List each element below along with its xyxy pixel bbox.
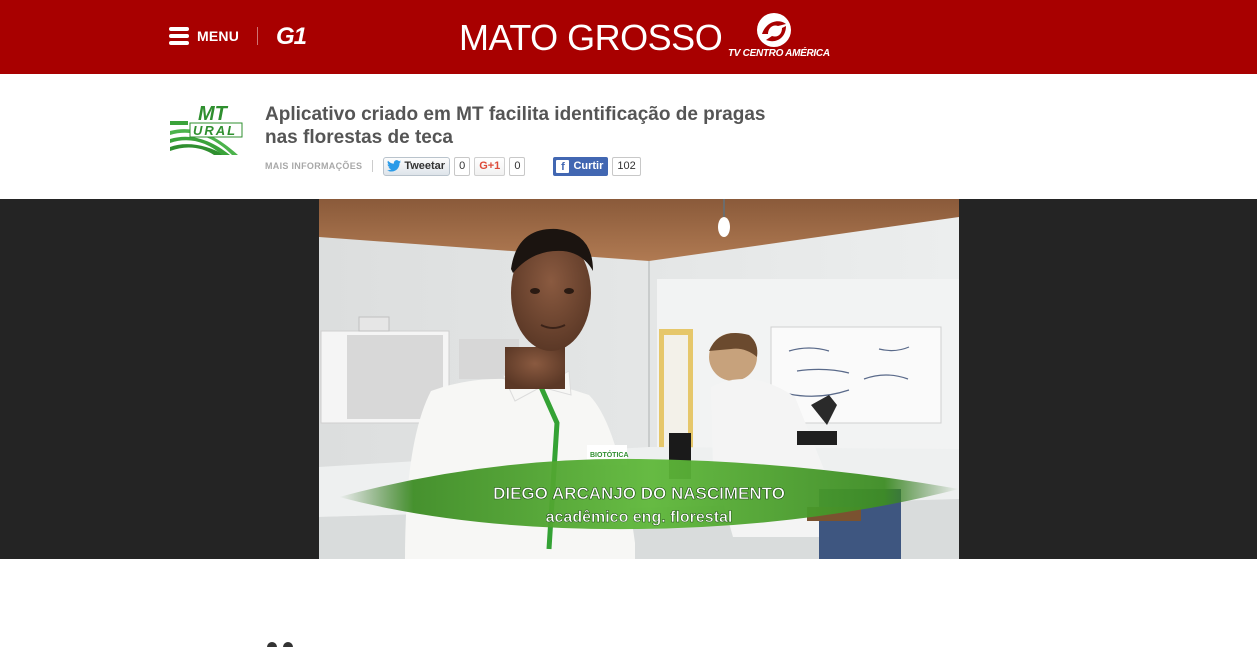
quote-marks-icon [267, 642, 293, 647]
menu-label: MENU [197, 28, 240, 44]
tv-centro-america-logo-icon [757, 13, 791, 47]
facebook-f-icon: f [556, 159, 570, 173]
more-info-link[interactable]: MAIS INFORMAÇÕES [265, 161, 362, 171]
tweet-label: Tweetar [404, 160, 446, 172]
tweet-button[interactable]: Tweetar [383, 156, 451, 176]
video-player[interactable]: BIOTÓTICA DIEGO ARCANJO DO NASCIMENTO ac… [319, 199, 959, 559]
twitter-bird-icon [387, 160, 402, 172]
affiliate-name: TV CENTRO AMÉRICA [728, 48, 830, 59]
g1-logo[interactable]: G1 [276, 23, 307, 51]
caption-role: acadêmico eng. florestal [546, 509, 733, 526]
logo-text-mt: MT [198, 103, 229, 125]
tv-centro-america-logo[interactable]: TV CENTRO AMÉRICA [728, 12, 830, 62]
google-plus-button[interactable]: G+1 [474, 156, 506, 176]
menu-icon [169, 27, 189, 45]
article-headline: Aplicativo criado em MT facilita identif… [265, 104, 766, 148]
share-divider [372, 160, 374, 172]
menu-button[interactable]: MENU [169, 26, 239, 46]
share-bar: MAIS INFORMAÇÕES Tweetar 0 G+1 0 f Curti… [265, 156, 641, 176]
mt-rural-logo[interactable]: MT URAL [168, 101, 244, 157]
caption-name: DIEGO ARCANJO DO NASCIMENTO [493, 484, 785, 503]
google-plus-count: 0 [509, 156, 526, 176]
facebook-like-label: Curtir [573, 160, 604, 172]
video-frame: BIOTÓTICA DIEGO ARCANJO DO NASCIMENTO ac… [319, 199, 959, 559]
tweet-count: 0 [454, 156, 471, 176]
facebook-like-count: 102 [612, 156, 641, 176]
facebook-like-button[interactable]: f Curtir [553, 156, 609, 176]
region-title[interactable]: MATO GROSSO [459, 17, 723, 59]
shirt-logo-text: BIOTÓTICA [590, 450, 629, 459]
header-divider [257, 27, 258, 45]
logo-text-rural: URAL [193, 123, 237, 138]
